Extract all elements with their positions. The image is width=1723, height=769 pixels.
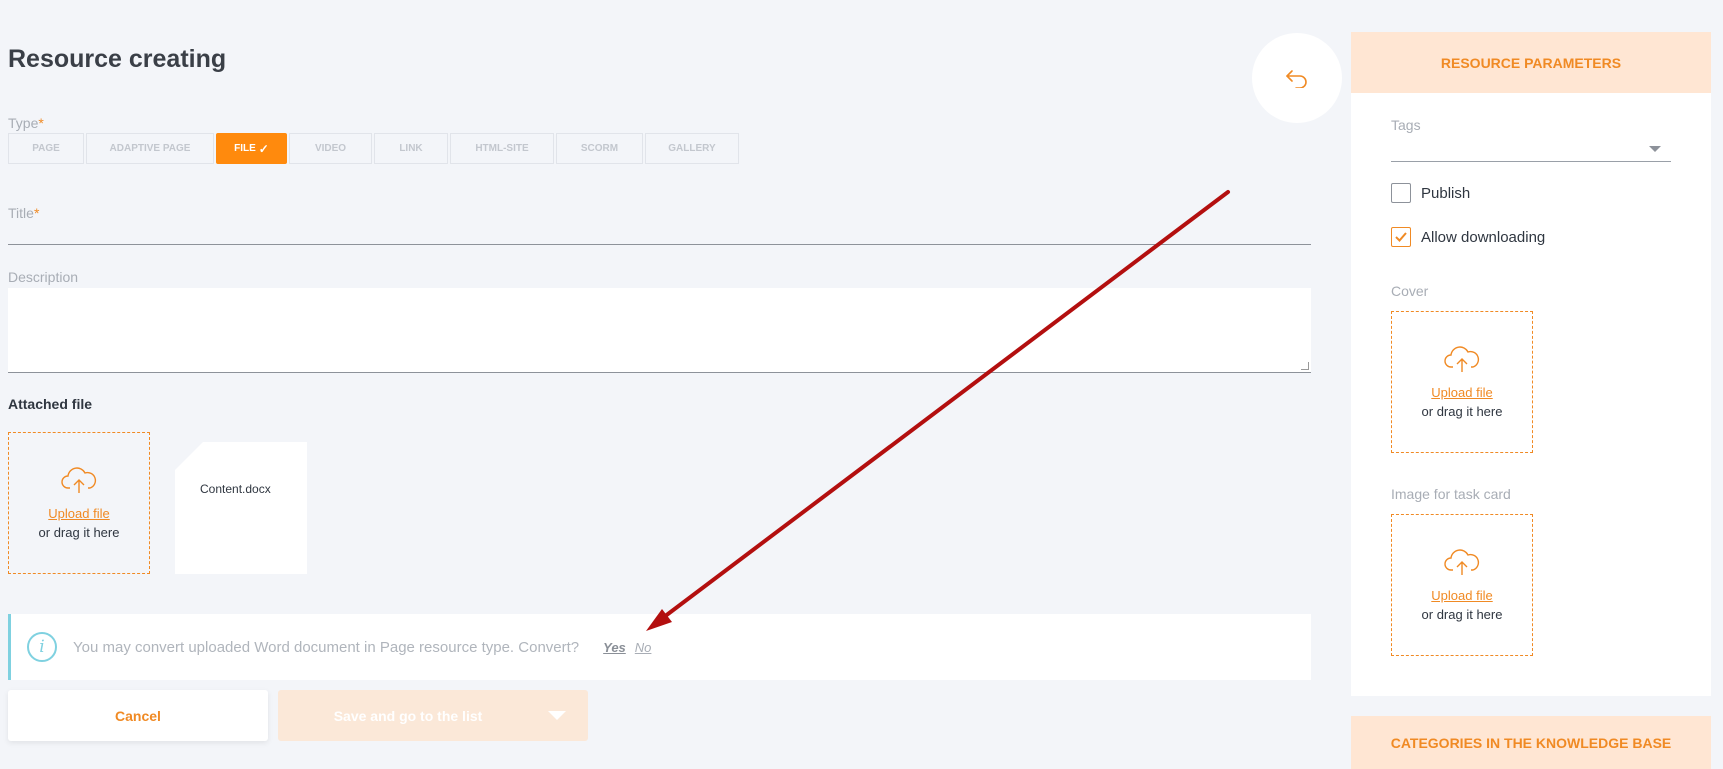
title-input[interactable] [8,222,1311,244]
attached-file-label: Attached file [8,396,93,412]
convert-yes-link[interactable]: Yes [603,640,626,655]
tab-link[interactable]: LINK [374,133,448,164]
tab-page[interactable]: PAGE [8,133,84,164]
save-and-go-to-list-button[interactable]: Save and go to the list [278,690,588,741]
undo-arrow-icon [1286,70,1307,88]
cloud-upload-icon [61,467,97,493]
tab-gallery[interactable]: GALLERY [645,133,739,164]
categories-header[interactable]: CATEGORIES IN THE KNOWLEDGE BASE [1351,716,1711,769]
description-textarea[interactable] [8,288,1311,373]
allow-downloading-label: Allow downloading [1421,228,1546,246]
chevron-down-icon [1649,146,1661,152]
convert-notice: i You may convert uploaded Word document… [8,614,1311,680]
cancel-button[interactable]: Cancel [8,690,268,741]
check-icon: ✓ [258,141,269,156]
cover-upload-link[interactable]: Upload file [1431,385,1492,400]
task-card-upload-link[interactable]: Upload file [1431,588,1492,603]
cloud-upload-icon [1444,346,1480,372]
type-tabs: PAGE ADAPTIVE PAGE FILE ✓ VIDEO LINK HTML… [8,133,739,164]
tab-video[interactable]: VIDEO [289,133,372,164]
cloud-upload-icon [1444,549,1480,575]
tab-adaptive-page[interactable]: ADAPTIVE PAGE [86,133,214,164]
publish-checkbox[interactable] [1391,183,1411,203]
title-label: Title* [8,205,40,221]
attached-file-card[interactable]: Content.docx [175,442,307,574]
title-input-underline [8,244,1311,245]
task-card-upload-hint: or drag it here [1421,607,1503,622]
cover-label: Cover [1391,283,1429,299]
description-label: Description [8,269,79,285]
task-card-image-label: Image for task card [1391,486,1511,502]
tab-scorm[interactable]: SCORM [556,133,643,164]
task-card-image-dropzone[interactable]: Upload file or drag it here [1391,514,1533,656]
publish-checkbox-row[interactable]: Publish [1391,183,1470,203]
chevron-down-icon[interactable] [548,711,566,720]
publish-label: Publish [1421,184,1471,202]
resource-parameters-header: RESOURCE PARAMETERS [1351,32,1711,94]
upload-hint: or drag it here [38,525,120,540]
upload-file-link[interactable]: Upload file [48,506,109,521]
cover-upload-hint: or drag it here [1421,404,1503,419]
page-title: Resource creating [8,45,227,73]
file-upload-dropzone[interactable]: Upload file or drag it here [8,432,150,574]
convert-notice-text: You may convert uploaded Word document i… [73,638,580,656]
save-button-label: Save and go to the list [333,707,483,724]
info-icon: i [27,632,57,662]
tab-html-site[interactable]: HTML-SITE [450,133,554,164]
type-label: Type* [8,115,44,131]
back-button[interactable] [1252,33,1342,123]
tab-file[interactable]: FILE ✓ [216,133,287,164]
tags-label: Tags [1391,117,1421,133]
allow-downloading-checkbox[interactable] [1391,227,1411,247]
cover-upload-dropzone[interactable]: Upload file or drag it here [1391,311,1533,453]
allow-downloading-checkbox-row[interactable]: Allow downloading [1391,227,1545,247]
attached-file-name: Content.docx [200,482,271,496]
resize-handle[interactable] [1301,362,1309,370]
checkmark-icon [1395,232,1407,242]
convert-no-link[interactable]: No [635,640,652,655]
tags-select[interactable] [1391,137,1671,162]
